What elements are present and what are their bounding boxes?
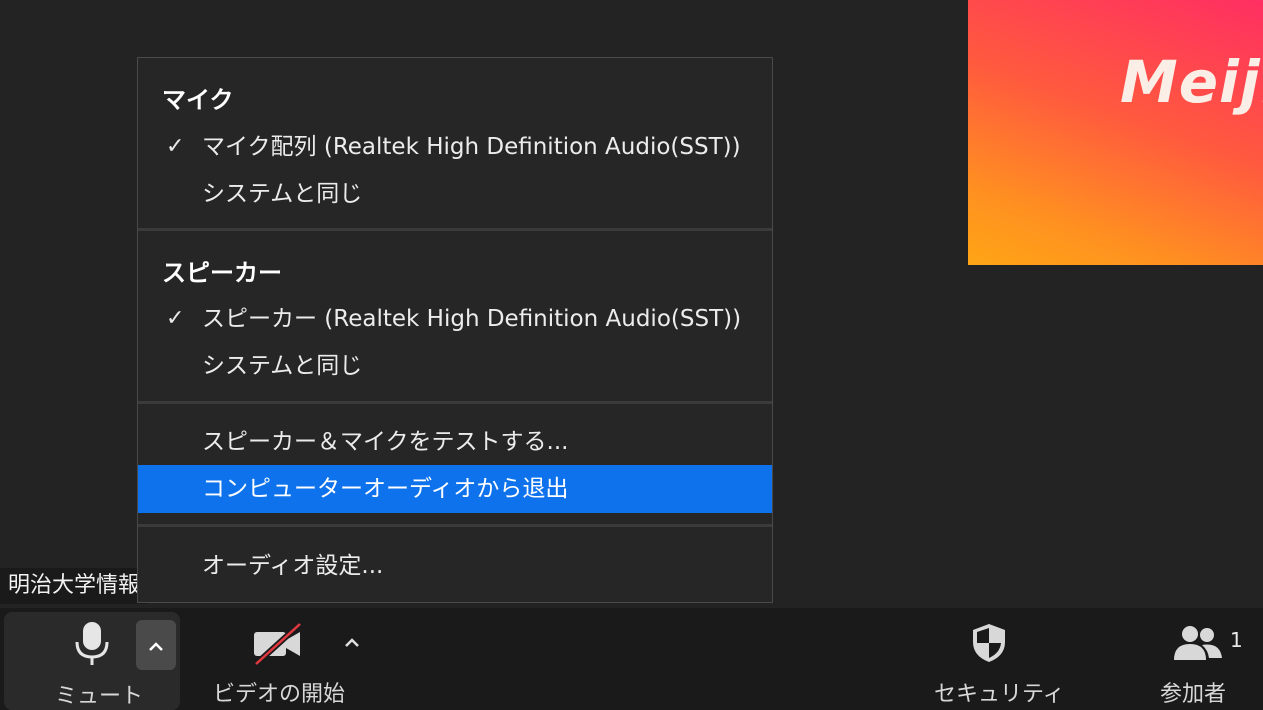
leave-computer-audio-item[interactable]: コンピューターオーディオから退出 [138,465,772,513]
meeting-toolbar: ミュート ビデオの開始 セキュリティ 1 参加者 [0,608,1263,710]
shield-icon [973,624,1005,662]
security-button[interactable]: セキュリティ [920,608,1065,710]
participants-button[interactable]: 1 参加者 [1148,608,1260,710]
check-icon: ✓ [166,134,185,159]
test-speaker-mic-item[interactable]: スピーカー＆マイクをテストする... [138,418,772,466]
chevron-up-icon[interactable] [344,638,360,648]
start-video-button[interactable]: ビデオの開始 [200,608,380,710]
speaker-option-realtek[interactable]: ✓ スピーカー (Realtek High Definition Audio(S… [138,295,772,343]
security-label: セキュリティ [934,682,1065,707]
speaker-option-system[interactable]: システムと同じ [138,342,772,390]
mic-option-array[interactable]: ✓ マイク配列 (Realtek High Definition Audio(S… [138,123,772,171]
chevron-up-icon [149,641,163,651]
check-icon: ✓ [166,306,185,331]
speaker-option-label: スピーカー (Realtek High Definition Audio(SST… [202,306,742,332]
mute-label: ミュート [55,684,144,709]
mic-heading: マイク [162,86,234,114]
divider [138,401,772,404]
divider [138,228,772,231]
thumbnail-logo-text: Meiji [1120,48,1263,116]
participant-name-tag: 明治大学情報 [0,568,149,604]
mic-option-label: マイク配列 (Realtek High Definition Audio(SST… [202,134,741,160]
participants-icon [1174,626,1222,660]
audio-menu: マイク ✓ マイク配列 (Realtek High Definition Aud… [137,57,773,603]
start-video-label: ビデオの開始 [213,682,346,707]
speaker-heading: スピーカー [162,259,282,287]
participants-count: 1 [1230,628,1243,652]
audio-options-chevron[interactable] [136,620,176,670]
microphone-icon [75,622,109,665]
participants-label: 参加者 [1160,682,1227,707]
mic-option-label: システムと同じ [202,181,363,207]
divider [138,524,772,527]
mute-button[interactable]: ミュート [4,612,180,710]
audio-settings-item[interactable]: オーディオ設定... [138,542,772,590]
speaker-option-label: システムと同じ [202,353,363,379]
participant-thumbnail[interactable]: Meiji [968,0,1263,265]
video-off-icon [253,622,303,666]
mic-option-system[interactable]: システムと同じ [138,170,772,218]
